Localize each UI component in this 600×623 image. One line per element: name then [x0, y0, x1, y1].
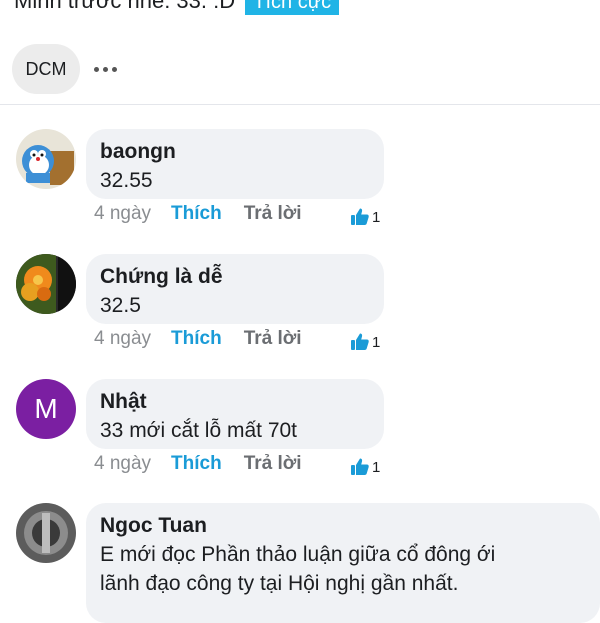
avatar[interactable]	[16, 503, 76, 563]
comment-text: 32.55	[100, 169, 153, 192]
avatar[interactable]	[16, 129, 76, 189]
reply-button[interactable]: Trả lời	[244, 328, 302, 350]
comment-text: 32.5	[100, 294, 141, 317]
comment-bubble: baongn 32.55	[86, 129, 384, 199]
post-text: Minh trước nhé: 33. :D	[14, 0, 236, 13]
like-count: 1	[372, 208, 381, 226]
thumbs-up-icon	[351, 208, 369, 225]
reply-button[interactable]: Trả lời	[244, 203, 302, 225]
reaction-count[interactable]: 1	[350, 457, 380, 477]
comment-actions: 4 ngày Thích Trả lời	[94, 328, 302, 350]
divider	[0, 104, 600, 105]
like-count: 1	[372, 458, 381, 476]
sentiment-tag[interactable]: Tích cực	[245, 0, 340, 15]
comment-bubble: Ngoc Tuan E mới đọc Phần thảo luận giữa …	[86, 503, 600, 623]
avatar[interactable]	[16, 254, 76, 314]
comment-bubble: Nhật 33 mới cắt lỗ mất 70t	[86, 379, 384, 449]
like-button[interactable]: Thích	[171, 203, 222, 225]
comment-text-line: E mới đọc Phần thảo luận giữa cổ đông ới	[100, 543, 496, 566]
thumbs-up-icon	[351, 458, 369, 475]
like-button[interactable]: Thích	[171, 453, 222, 475]
reaction-count[interactable]: 1	[350, 332, 380, 352]
comment-bubble: Chứng là dễ 32.5	[86, 254, 384, 324]
comment-author[interactable]: Chứng là dễ	[100, 263, 370, 291]
like-button[interactable]: Thích	[171, 328, 222, 350]
thumbs-up-icon	[351, 333, 369, 350]
comment-text: 33 mới cắt lỗ mất 70t	[100, 419, 298, 442]
comment-text-line: lãnh đạo công ty tại Hội nghị gần nhất.	[100, 572, 459, 595]
avatar-letter: M	[34, 393, 58, 424]
like-count: 1	[372, 333, 381, 351]
comment-author[interactable]: baongn	[100, 138, 370, 166]
tag-row: DCM	[12, 44, 117, 94]
comment-actions: 4 ngày Thích Trả lời	[94, 203, 302, 225]
comment-author[interactable]: Ngoc Tuan	[100, 512, 586, 540]
comment-time: 4 ngày	[94, 453, 152, 474]
post-preview-line: Minh trước nhé: 33. :D Tích cực	[14, 0, 340, 15]
more-icon[interactable]	[94, 44, 117, 94]
stock-tag-dcm[interactable]: DCM	[12, 44, 80, 94]
comment-actions: 4 ngày Thích Trả lời	[94, 453, 302, 475]
comment-time: 4 ngày	[94, 203, 152, 224]
comment-author[interactable]: Nhật	[100, 388, 370, 416]
reply-button[interactable]: Trả lời	[244, 453, 302, 475]
avatar[interactable]: M	[16, 379, 76, 439]
reaction-count[interactable]: 1	[350, 207, 380, 227]
comment-time: 4 ngày	[94, 328, 152, 349]
